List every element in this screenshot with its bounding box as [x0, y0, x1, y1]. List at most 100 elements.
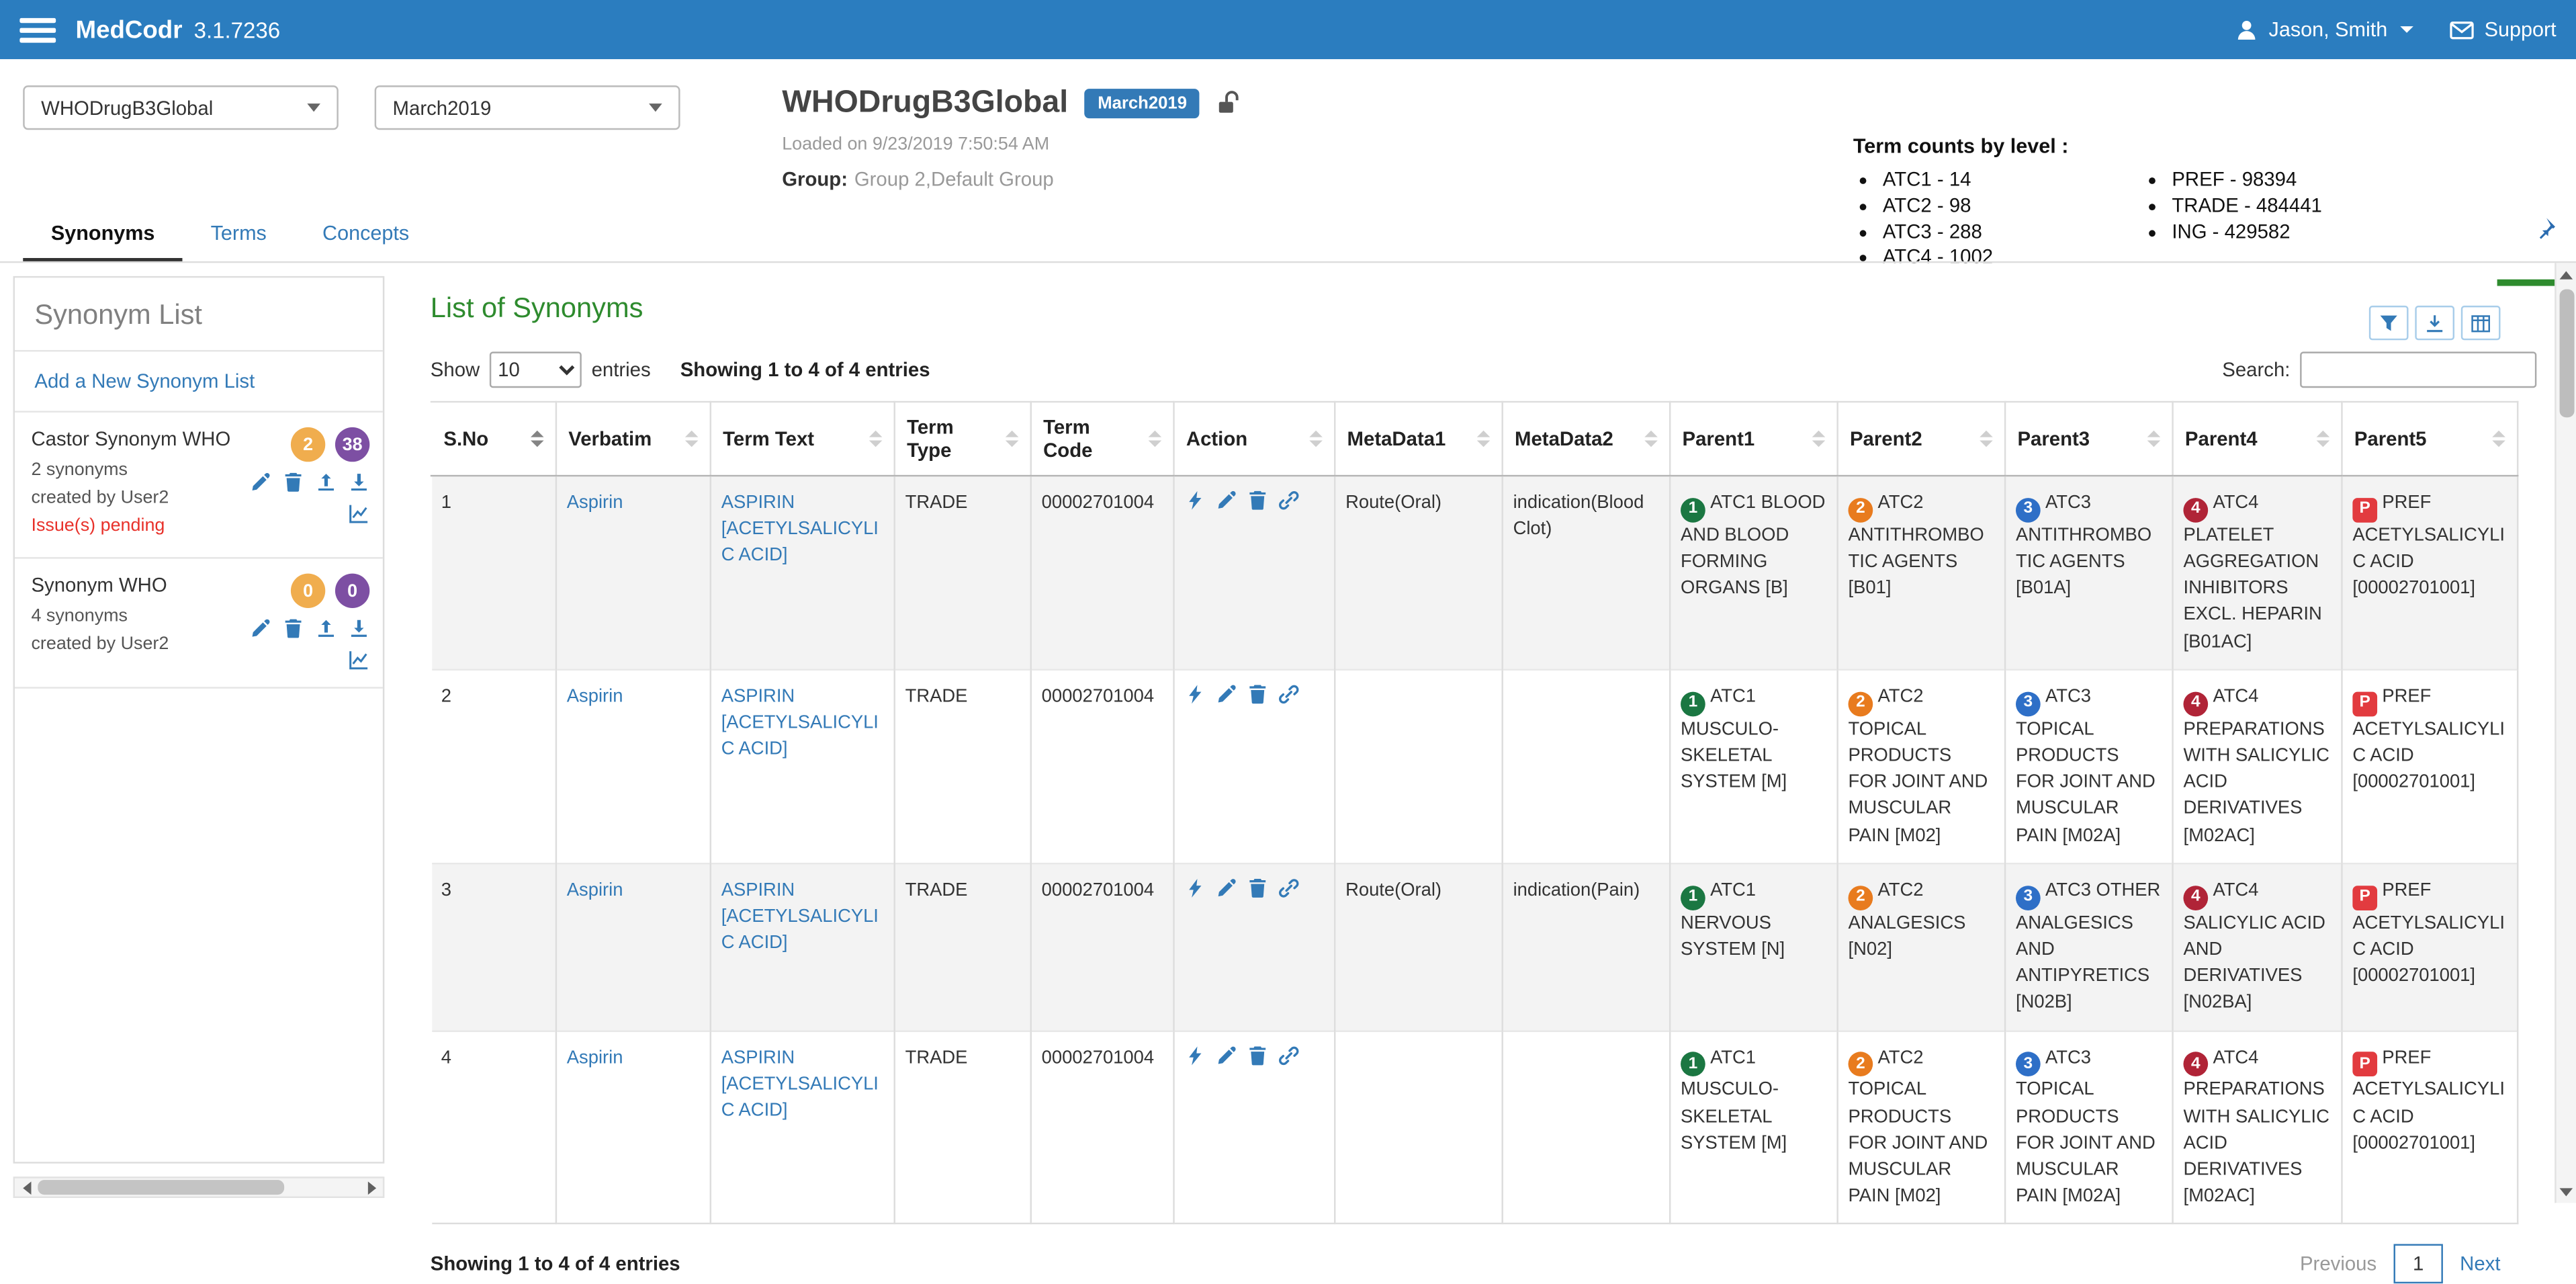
- column-header-verbatim[interactable]: Verbatim: [556, 402, 711, 476]
- link-icon[interactable]: [1278, 878, 1300, 899]
- cell-term-text: ASPIRIN [ACETYLSALICYLIC ACID]: [711, 1031, 895, 1224]
- export-button[interactable]: [2415, 306, 2454, 340]
- pagination-next[interactable]: Next: [2444, 1245, 2517, 1284]
- entries-select[interactable]: 10: [490, 351, 582, 388]
- verbatim-link[interactable]: Aspirin: [567, 687, 623, 706]
- version-select[interactable]: March2019: [375, 85, 680, 130]
- bolt-icon[interactable]: [1184, 1044, 1206, 1066]
- synonyms-main-panel: List of Synonyms Show 10 entries Showing…: [384, 263, 2576, 1203]
- synonym-list-item[interactable]: Synonym WHO4 synonymscreated by User200: [15, 559, 383, 689]
- user-menu[interactable]: Jason, Smith: [2234, 17, 2413, 42]
- cell-term-type: TRADE: [895, 476, 1031, 669]
- support-link[interactable]: Support: [2450, 17, 2556, 42]
- scroll-up-arrow[interactable]: [2557, 263, 2576, 286]
- download-icon[interactable]: [349, 472, 370, 493]
- term-text-link[interactable]: ASPIRIN [ACETYLSALICYLIC ACID]: [721, 1047, 879, 1121]
- vertical-scrollbar[interactable]: [2555, 263, 2576, 1203]
- delete-icon[interactable]: [1247, 683, 1268, 705]
- tab-terms[interactable]: Terms: [183, 207, 294, 261]
- chevron-down-icon: [307, 103, 320, 112]
- edit-icon[interactable]: [1216, 683, 1237, 705]
- upload-icon[interactable]: [316, 472, 337, 493]
- column-header-parent5[interactable]: Parent5: [2342, 402, 2518, 476]
- pagination-previous[interactable]: Previous: [2284, 1245, 2393, 1284]
- footer-showing-text: Showing 1 to 4 of 4 entries: [431, 1253, 680, 1276]
- delete-icon[interactable]: [283, 618, 304, 640]
- delete-icon[interactable]: [1247, 1044, 1268, 1066]
- cell-metadata2: indication(Blood Clot): [1503, 476, 1670, 669]
- page-header: WHODrugB3Global March2019 WHODrugB3Globa…: [0, 59, 2576, 207]
- column-header-parent1[interactable]: Parent1: [1670, 402, 1837, 476]
- term-count-item: PREF - 98394: [2172, 167, 2322, 194]
- bolt-icon[interactable]: [1184, 490, 1206, 511]
- chart-icon[interactable]: [349, 503, 370, 524]
- bolt-icon[interactable]: [1184, 878, 1206, 899]
- level-badge-4: 4: [2183, 497, 2208, 522]
- cell-sno: 1: [431, 476, 556, 669]
- column-header-term-text[interactable]: Term Text: [711, 402, 895, 476]
- delete-icon[interactable]: [1247, 490, 1268, 511]
- columns-button[interactable]: [2461, 306, 2501, 340]
- chevron-down-icon: [649, 103, 662, 112]
- synonym-list-meta: 2 synonyms: [31, 457, 243, 485]
- delete-icon[interactable]: [1247, 878, 1268, 899]
- cell-parent3: 3ATC3 ANTITHROMBOTIC AGENTS [B01A]: [2005, 476, 2172, 669]
- column-header-parent2[interactable]: Parent2: [1838, 402, 2005, 476]
- scroll-left-arrow[interactable]: [15, 1181, 38, 1194]
- column-header-action[interactable]: Action: [1174, 402, 1335, 476]
- edit-icon[interactable]: [1216, 878, 1237, 899]
- sort-icon: [2492, 431, 2505, 447]
- cell-verbatim: Aspirin: [556, 476, 711, 669]
- edit-icon[interactable]: [1216, 490, 1237, 511]
- pagination-page-1[interactable]: 1: [2393, 1245, 2444, 1284]
- level-badge-4: 4: [2183, 1052, 2208, 1077]
- dictionary-select[interactable]: WHODrugB3Global: [23, 85, 339, 130]
- link-icon[interactable]: [1278, 490, 1300, 511]
- scroll-down-arrow[interactable]: [2557, 1180, 2576, 1203]
- bolt-icon[interactable]: [1184, 683, 1206, 705]
- term-text-link[interactable]: ASPIRIN [ACETYLSALICYLIC ACID]: [721, 493, 879, 566]
- link-icon[interactable]: [1278, 1044, 1300, 1066]
- tab-concepts[interactable]: Concepts: [294, 207, 437, 261]
- verbatim-link[interactable]: Aspirin: [567, 493, 623, 513]
- column-header-metadata2[interactable]: MetaData2: [1503, 402, 1670, 476]
- upload-icon[interactable]: [316, 618, 337, 640]
- term-count-item: ATC1 - 14: [1883, 167, 2142, 194]
- chart-icon[interactable]: [349, 649, 370, 671]
- pin-icon[interactable]: [2533, 217, 2556, 240]
- column-header-parent4[interactable]: Parent4: [2173, 402, 2342, 476]
- verbatim-link[interactable]: Aspirin: [567, 881, 623, 900]
- content-area: Synonym List Add a New Synonym List Cast…: [0, 263, 2576, 1203]
- synonym-list-meta: 4 synonyms: [31, 603, 243, 632]
- verbatim-link[interactable]: Aspirin: [567, 1047, 623, 1067]
- menu-icon[interactable]: [19, 12, 56, 46]
- term-text-link[interactable]: ASPIRIN [ACETYLSALICYLIC ACID]: [721, 881, 879, 954]
- tab-synonyms[interactable]: Synonyms: [23, 207, 183, 261]
- delete-icon[interactable]: [283, 472, 304, 493]
- group-value: Group 2,Default Group: [854, 167, 1054, 190]
- synonyms-table: S.NoVerbatimTerm TextTerm TypeTerm CodeA…: [431, 401, 2519, 1225]
- download-icon[interactable]: [349, 618, 370, 640]
- column-label: MetaData1: [1347, 427, 1446, 450]
- term-text-link[interactable]: ASPIRIN [ACETYLSALICYLIC ACID]: [721, 687, 879, 760]
- scroll-right-arrow[interactable]: [360, 1181, 383, 1194]
- edit-icon[interactable]: [250, 618, 271, 640]
- cell-parent2: 2ATC2 TOPICAL PRODUCTS FOR JOINT AND MUS…: [1838, 669, 2005, 863]
- sidebar-horizontal-scrollbar[interactable]: [13, 1176, 385, 1198]
- vertical-scrollbar-thumb[interactable]: [2559, 289, 2573, 417]
- filter-button[interactable]: [2369, 306, 2409, 340]
- edit-icon[interactable]: [250, 472, 271, 493]
- synonym-list-item[interactable]: Castor Synonym WHO2 synonymscreated by U…: [15, 413, 383, 559]
- search-input[interactable]: [2300, 351, 2536, 388]
- horizontal-scrollbar-thumb[interactable]: [38, 1180, 284, 1195]
- column-header-term-code[interactable]: Term Code: [1031, 402, 1174, 476]
- column-header-term-type[interactable]: Term Type: [895, 402, 1031, 476]
- unlock-icon[interactable]: [1216, 91, 1243, 117]
- column-header-metadata1[interactable]: MetaData1: [1335, 402, 1502, 476]
- link-icon[interactable]: [1278, 683, 1300, 705]
- cell-term-code: 00002701004: [1031, 1031, 1174, 1224]
- column-header-parent3[interactable]: Parent3: [2005, 402, 2172, 476]
- add-synonym-list-link[interactable]: Add a New Synonym List: [15, 351, 383, 412]
- column-header-s-no[interactable]: S.No: [431, 402, 556, 476]
- edit-icon[interactable]: [1216, 1044, 1237, 1066]
